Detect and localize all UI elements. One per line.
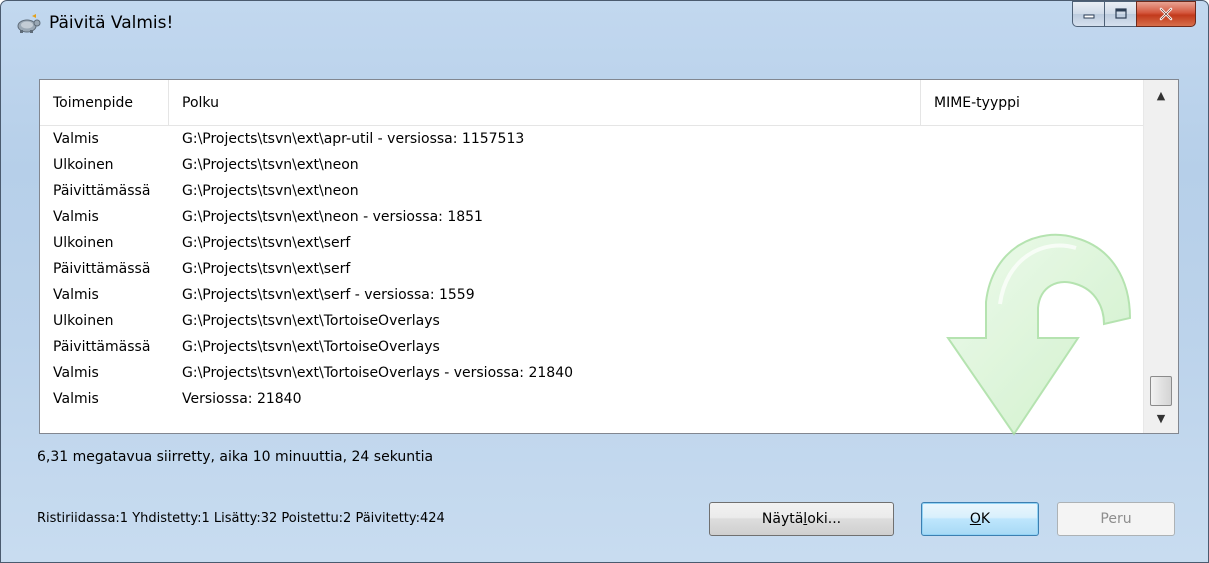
row-action: Valmis xyxy=(53,287,99,303)
maximize-icon xyxy=(1114,8,1127,19)
minimize-button[interactable] xyxy=(1072,1,1104,27)
row-path: G:\Projects\tsvn\ext\serf xyxy=(182,261,351,277)
row-action: Päivittämässä xyxy=(53,339,151,355)
column-header-mime[interactable]: MIME-tyyppi xyxy=(921,80,1144,126)
row-path: G:\Projects\tsvn\ext\neon xyxy=(182,157,359,173)
scroll-up-button[interactable]: ▲ xyxy=(1144,80,1178,110)
list-row[interactable]: Päivittämässä G:\Projects\tsvn\ext\Torto… xyxy=(40,334,1144,360)
ok-label-mnemonic: O xyxy=(969,511,981,527)
ok-button[interactable]: OK xyxy=(921,502,1039,536)
row-action: Valmis xyxy=(53,391,99,407)
scroll-thumb[interactable] xyxy=(1150,376,1172,406)
window-title: Päivitä Valmis! xyxy=(49,13,174,33)
list-row[interactable]: Valmis G:\Projects\tsvn\ext\serf - versi… xyxy=(40,282,1144,308)
update-dialog: Päivitä Valmis! Toimenpide Polku MIME-ty… xyxy=(0,0,1209,563)
maximize-button[interactable] xyxy=(1104,1,1136,27)
list-rows: Valmis G:\Projects\tsvn\ext\apr-util - v… xyxy=(40,126,1144,434)
cancel-button[interactable]: Peru xyxy=(1057,502,1175,536)
close-icon xyxy=(1159,7,1173,21)
row-action: Päivittämässä xyxy=(53,183,151,199)
column-header-action[interactable]: Toimenpide xyxy=(40,80,169,126)
cancel-label: Peru xyxy=(1100,511,1132,527)
title-bar[interactable]: Päivitä Valmis! xyxy=(1,1,1208,63)
list-row[interactable]: Päivittämässä G:\Projects\tsvn\ext\serf xyxy=(40,256,1144,282)
list-row[interactable]: Ulkoinen G:\Projects\tsvn\ext\neon xyxy=(40,152,1144,178)
row-path: G:\Projects\tsvn\ext\serf xyxy=(182,235,351,251)
list-row[interactable]: Ulkoinen G:\Projects\tsvn\ext\serf xyxy=(40,230,1144,256)
row-path: G:\Projects\tsvn\ext\neon xyxy=(182,183,359,199)
list-row[interactable]: Ulkoinen G:\Projects\tsvn\ext\TortoiseOv… xyxy=(40,308,1144,334)
row-action: Ulkoinen xyxy=(53,157,114,173)
list-row[interactable]: Valmis G:\Projects\tsvn\ext\TortoiseOver… xyxy=(40,360,1144,386)
row-action: Ulkoinen xyxy=(53,313,114,329)
window-controls xyxy=(1072,1,1196,29)
update-log-list[interactable]: Toimenpide Polku MIME-tyyppi Valmis G:\P… xyxy=(39,79,1179,436)
column-header-path[interactable]: Polku xyxy=(169,80,921,126)
list-row[interactable]: Valmis G:\Projects\tsvn\ext\neon - versi… xyxy=(40,204,1144,230)
row-action: Valmis xyxy=(53,209,99,225)
row-action: Ulkoinen xyxy=(53,235,114,251)
row-path: G:\Projects\tsvn\ext\neon - versiossa: 1… xyxy=(182,209,483,225)
show-log-label-post: oki... xyxy=(807,511,842,527)
chevron-up-icon: ▲ xyxy=(1156,88,1166,102)
row-path: G:\Projects\tsvn\ext\TortoiseOverlays - … xyxy=(182,365,574,381)
ok-label-post: K xyxy=(980,511,991,527)
vertical-scrollbar[interactable]: ▲ ▼ xyxy=(1143,80,1178,433)
list-row[interactable]: Päivittämässä G:\Projects\tsvn\ext\neon xyxy=(40,178,1144,204)
row-action: Valmis xyxy=(53,365,99,381)
show-log-button[interactable]: Näytä l oki... xyxy=(709,502,894,536)
row-path: G:\Projects\tsvn\ext\TortoiseOverlays xyxy=(182,339,440,355)
row-path: G:\Projects\tsvn\ext\serf - versiossa: 1… xyxy=(182,287,475,303)
row-path: G:\Projects\tsvn\ext\TortoiseOverlays xyxy=(182,313,440,329)
close-button[interactable] xyxy=(1136,1,1196,27)
scroll-down-button[interactable]: ▼ xyxy=(1144,403,1178,433)
show-log-label-pre: Näytä xyxy=(761,511,804,527)
status-counts: Ristiriidassa:1 Yhdistetty:1 Lisätty:32 … xyxy=(37,511,445,526)
row-action: Päivittämässä xyxy=(53,261,151,277)
list-row[interactable]: Valmis Versiossa: 21840 xyxy=(40,386,1144,412)
tortoise-icon xyxy=(15,13,41,35)
row-path: G:\Projects\tsvn\ext\apr-util - versioss… xyxy=(182,131,525,147)
list-row[interactable]: Valmis G:\Projects\tsvn\ext\apr-util - v… xyxy=(40,126,1144,152)
list-header: Toimenpide Polku MIME-tyyppi xyxy=(40,80,1144,126)
transfer-summary: 6,31 megatavua siirretty, aika 10 minuut… xyxy=(37,449,434,465)
row-action: Valmis xyxy=(53,131,99,147)
row-path: Versiossa: 21840 xyxy=(182,391,302,407)
minimize-icon xyxy=(1083,14,1094,19)
chevron-down-icon: ▼ xyxy=(1156,411,1166,425)
